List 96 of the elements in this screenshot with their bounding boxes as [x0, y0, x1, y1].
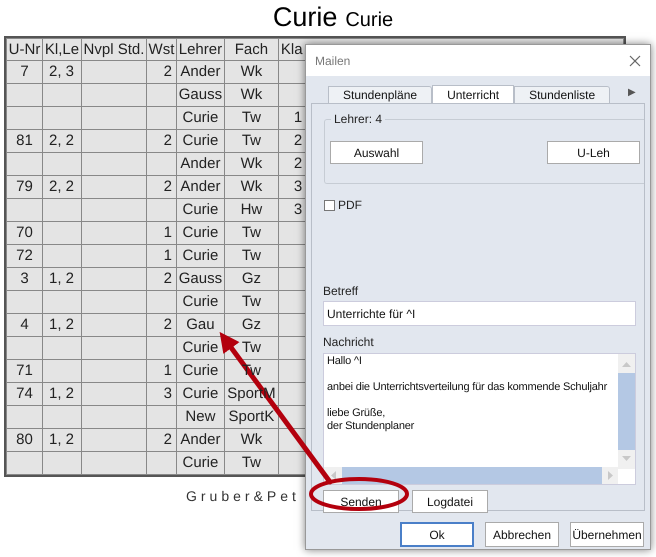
subject-field[interactable]: Unterrichte für ^I: [323, 301, 636, 326]
table-cell: Tw: [242, 454, 261, 471]
table-cell: 81: [16, 132, 33, 149]
footer-text: Gruber&Pet: [186, 487, 300, 506]
column-header: Kl,Le: [42, 38, 82, 60]
table-cell: 3: [20, 270, 29, 287]
table-cell: Gauss: [178, 86, 222, 103]
table-cell: Ander: [180, 178, 220, 195]
table-cell: Wk: [240, 86, 262, 103]
tab[interactable]: Stundenpläne: [328, 86, 432, 103]
table-cell: 71: [16, 362, 33, 379]
pdf-label: PDF: [338, 197, 362, 214]
table-cell: 4: [20, 316, 29, 333]
table-cell: Ander: [180, 431, 220, 448]
table-cell: 2: [164, 316, 172, 333]
table-cell: Ander: [180, 155, 220, 172]
column-header: Nvpl Std.: [81, 38, 146, 60]
table-cell: Curie: [182, 224, 218, 241]
table-cell: Wk: [240, 178, 262, 195]
table-cell: 2: [294, 132, 302, 149]
table-cell: Gz: [242, 316, 261, 333]
table-cell: 1, 2: [48, 270, 74, 287]
group-button[interactable]: Auswahl: [330, 141, 423, 164]
table-cell: 2, 3: [48, 63, 74, 80]
table-cell: Curie: [182, 201, 218, 218]
table-cell: 72: [16, 247, 33, 264]
table-cell: Tw: [242, 293, 261, 310]
column-header: U-Nr: [6, 38, 42, 60]
page-subtitle: Curie: [345, 10, 394, 30]
table-cell: 2, 2: [48, 132, 74, 149]
table-cell: Tw: [242, 224, 261, 241]
table-cell: 2: [164, 270, 172, 287]
table-cell: 2: [164, 132, 172, 149]
table-cell: Curie: [182, 339, 218, 356]
action-button[interactable]: Logdatei: [412, 490, 488, 513]
table-cell: Wk: [240, 63, 262, 80]
page-title: Curie: [272, 4, 338, 31]
table-cell: Tw: [242, 339, 261, 356]
table-cell: Tw: [242, 247, 261, 264]
table-cell: Tw: [242, 132, 261, 149]
table-cell: 3: [294, 178, 302, 195]
tab[interactable]: Stundenliste: [514, 86, 610, 103]
table-cell: Curie: [182, 132, 218, 149]
message-field[interactable]: Hallo ^I anbei die Unterrichtsverteilung für das kommende Schuljahr liebe Grüße, der Stundenplaner: [323, 353, 636, 485]
table-cell: Curie: [182, 109, 218, 126]
tab[interactable]: Unterricht: [432, 85, 514, 104]
tab-scroll-arrow[interactable]: ▶: [628, 85, 636, 100]
table-cell: New: [185, 408, 216, 425]
table-cell: Gauss: [178, 270, 222, 287]
table-cell: Gz: [242, 270, 261, 287]
vertical-scrollbar[interactable]: [618, 354, 635, 469]
table-cell: 80: [16, 431, 33, 448]
table-cell: Curie: [182, 362, 218, 379]
table-cell: 3: [164, 385, 172, 402]
table-cell: 7: [20, 63, 29, 80]
table-cell: 2: [164, 178, 172, 195]
table-cell: 2, 2: [48, 178, 74, 195]
table-cell: 74: [16, 385, 33, 402]
table-cell: 2: [164, 431, 172, 448]
close-icon[interactable]: [629, 54, 641, 66]
table-cell: 3: [294, 201, 302, 218]
dialog-button[interactable]: Ok: [400, 522, 474, 547]
subject-label: Betreff: [323, 284, 360, 298]
table-cell: 1: [294, 109, 302, 126]
column-header: Lehrer: [176, 38, 224, 60]
table-cell: Hw: [240, 201, 262, 218]
scrollbar-thumb[interactable]: [618, 373, 635, 450]
table-cell: 1: [164, 362, 172, 379]
dialog-button[interactable]: Abbrechen: [485, 522, 559, 547]
pdf-checkbox[interactable]: [324, 200, 335, 210]
table-cell: 1: [164, 247, 172, 264]
table-cell: Gau: [186, 316, 215, 333]
table-cell: Tw: [242, 109, 261, 126]
table-cell: Curie: [182, 247, 218, 264]
table-cell: Curie: [182, 385, 218, 402]
scroll-left-icon[interactable]: [330, 471, 336, 480]
table-cell: 1: [164, 224, 172, 241]
table-cell: 1, 2: [48, 431, 74, 448]
table-cell: 2: [164, 63, 172, 80]
dialog-button[interactable]: Übernehmen: [570, 522, 644, 547]
table-cell: Ander: [180, 63, 220, 80]
table-cell: 79: [16, 178, 33, 195]
table-cell: Wk: [240, 431, 262, 448]
column-header: Wst: [146, 38, 176, 60]
table-cell: Curie: [182, 293, 218, 310]
message-label: Nachricht: [323, 335, 375, 349]
table-cell: Curie: [182, 454, 218, 471]
group-button[interactable]: U-Leh: [547, 141, 640, 164]
group-label: Lehrer: 4: [331, 112, 386, 126]
table-cell: SportK: [228, 408, 274, 425]
table-cell: 2: [294, 155, 302, 172]
table-cell: 1, 2: [48, 385, 74, 402]
table-cell: Wk: [240, 155, 262, 172]
table-cell: 1, 2: [48, 316, 74, 333]
column-header: Fach: [224, 38, 278, 60]
table-cell: 70: [16, 224, 33, 241]
